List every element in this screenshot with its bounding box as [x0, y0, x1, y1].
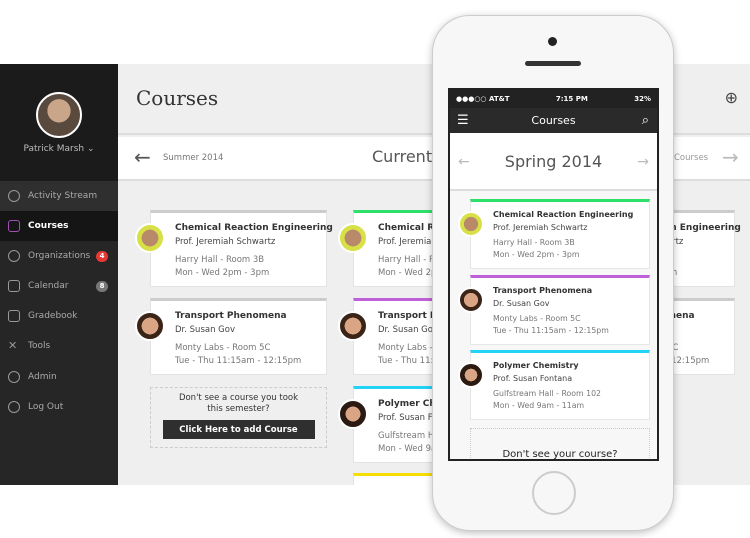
instructor-photo	[135, 311, 165, 341]
mobile-header: ☰ Courses ⌕	[450, 108, 657, 133]
prev-term-arrow-icon[interactable]: ←	[134, 145, 151, 169]
mobile-term-label: Spring 2014	[504, 152, 603, 171]
current-term-label: Current	[372, 147, 433, 166]
course-title: Transport Phenomena	[175, 311, 287, 321]
user-menu[interactable]: Patrick Marsh ⌄	[0, 144, 118, 154]
tools-icon: ✕	[8, 339, 18, 352]
camera	[548, 37, 557, 46]
prev-term-arrow-icon[interactable]: ←	[458, 133, 470, 191]
speaker	[525, 61, 581, 66]
sidebar-item-gradebook[interactable]: Gradebook	[0, 301, 118, 331]
sidebar-item-courses[interactable]: Courses	[0, 211, 118, 241]
sidebar-item-label: Tools	[28, 341, 51, 351]
status-bar: ●●●○○ AT&T 7:15 PM 32%	[450, 90, 657, 108]
sidebar-item-label: Gradebook	[28, 311, 78, 321]
add-icon[interactable]: ⊕	[725, 88, 738, 107]
course-time: Mon - Wed 2pm - 3pm	[493, 250, 580, 259]
mobile-title: Courses	[531, 114, 576, 127]
course-location: Gulfstream Hall - Room 102	[493, 389, 602, 398]
course-instructor: Prof. Susan Fontana	[493, 374, 573, 383]
courses-icon	[8, 220, 20, 232]
instructor-photo	[338, 311, 368, 341]
course-instructor: Dr. Susan Gov	[378, 325, 438, 335]
sidebar-item-activity-stream[interactable]: Activity Stream	[0, 181, 118, 211]
course-title: Transport Phenomena	[493, 286, 593, 295]
notification-badge: 8	[96, 280, 108, 292]
prev-term-label[interactable]: Summer 2014	[163, 153, 223, 163]
chevron-down-icon: ⌄	[87, 144, 95, 154]
course-title: Chemical Reaction Engineering	[175, 223, 333, 233]
course-time: Mon - Wed 2pm - 3pm	[175, 268, 270, 278]
mobile-term-nav: ← Spring 2014 →	[450, 133, 657, 191]
battery: 32%	[634, 95, 651, 103]
sidebar-item-log-out[interactable]: Log Out	[0, 392, 118, 422]
search-icon[interactable]: ⌕	[642, 108, 649, 133]
instructor-photo	[458, 362, 484, 388]
course-location: Monty Labs - Room 5C	[493, 314, 581, 323]
menu-icon[interactable]: ☰	[457, 108, 469, 133]
notification-badge: 4	[96, 250, 108, 262]
missing-course-box[interactable]: Don't see your course?	[470, 428, 650, 460]
missing-course-prompt: Don't see your course?	[502, 449, 618, 460]
add-course-prompt: Don't see a course you took this semeste…	[178, 393, 299, 414]
add-course-box: Don't see a course you took this semeste…	[150, 387, 327, 448]
logout-icon	[8, 401, 20, 413]
instructor-photo	[458, 211, 484, 237]
instructor-photo	[338, 223, 368, 253]
sidebar-item-label: Activity Stream	[28, 191, 98, 201]
sidebar-item-label: Calendar	[28, 281, 69, 291]
instructor-photo	[135, 223, 165, 253]
sidebar-item-organizations[interactable]: Organizations 4	[0, 241, 118, 271]
sidebar-item-label: Courses	[28, 221, 69, 231]
next-term-arrow-icon[interactable]: →	[637, 133, 649, 191]
course-instructor: Dr. Susan Gov	[493, 299, 550, 308]
course-card[interactable]: Transport Phenomena Dr. Susan Gov Monty La…	[135, 298, 327, 375]
home-button[interactable]	[532, 471, 576, 515]
sidebar-item-label: Log Out	[28, 402, 64, 412]
gradebook-icon	[8, 310, 20, 322]
sidebar-item-label: Organizations	[28, 251, 91, 261]
course-title: Polymer Chemistry	[493, 361, 579, 370]
globe-icon	[8, 190, 20, 202]
course-instructor: Prof. Jeremiah Schwartz	[175, 237, 276, 247]
course-title: Chemical Reaction Engineering	[493, 210, 634, 219]
sidebar: Patrick Marsh ⌄ Activity Stream Courses …	[0, 64, 118, 485]
course-time: Mon - Wed 9am - 11am	[493, 401, 585, 410]
course-card[interactable]: Transport Phenomena Dr. Susan Gov Monty La…	[458, 275, 650, 345]
page-title: Courses	[136, 86, 219, 110]
course-location: Monty Labs - Room 5C	[175, 343, 271, 353]
course-location: Harry Hall - Room 3B	[493, 238, 575, 247]
course-card[interactable]: Chemical Reaction Engineering Prof. Jerem…	[458, 199, 650, 269]
sidebar-item-tools[interactable]: ✕ Tools	[0, 331, 118, 361]
clock: 7:15 PM	[555, 95, 588, 103]
instructor-photo	[458, 287, 484, 313]
course-card[interactable]: Chemical Reaction Engineering Prof. Jerem…	[135, 210, 333, 287]
course-card[interactable]: Polymer Chemistry Prof. Susan Fontana Gulf…	[458, 350, 650, 420]
add-course-button[interactable]: Click Here to add Course	[162, 420, 315, 439]
phone-screen: ●●●○○ AT&T 7:15 PM 32% ☰ Courses ⌕ ← Sprin…	[448, 88, 659, 461]
course-time: Tue - Thu 11:15am - 12:15pm	[493, 326, 609, 335]
sidebar-item-admin[interactable]: Admin	[0, 362, 118, 392]
course-location: Harry Hall - Room 3B	[175, 255, 265, 265]
next-term-arrow-icon[interactable]: →	[722, 145, 739, 169]
instructor-photo	[338, 399, 368, 429]
admin-icon	[8, 371, 20, 383]
course-time: Tue - Thu 11:15am - 12:15pm	[175, 356, 302, 366]
sidebar-item-calendar[interactable]: Calendar 8	[0, 271, 118, 301]
user-name: Patrick Marsh	[23, 144, 85, 154]
avatar[interactable]	[36, 92, 82, 138]
sidebar-item-label: Admin	[28, 372, 57, 382]
calendar-icon	[8, 280, 20, 292]
carrier: ●●●○○ AT&T	[456, 95, 510, 103]
next-term-label[interactable]: Courses	[674, 153, 708, 163]
course-instructor: Dr. Susan Gov	[175, 325, 235, 335]
course-instructor: Prof. Jeremiah Schwartz	[493, 223, 588, 232]
organizations-icon	[8, 250, 20, 262]
